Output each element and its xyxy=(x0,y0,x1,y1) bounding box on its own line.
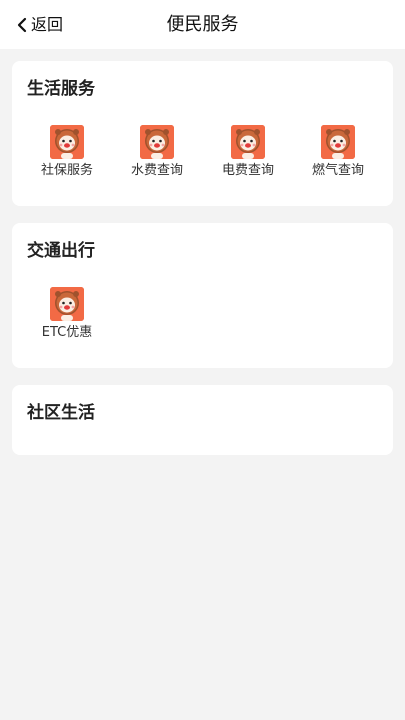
service-item-label: 水费查询 xyxy=(130,163,183,178)
service-item-electricity-bill[interactable]: 电费查询 xyxy=(203,125,293,185)
section-title: 交通出行 xyxy=(27,241,95,261)
section-card-community: 社区生活 xyxy=(12,385,393,455)
service-item-water-bill[interactable]: 水费查询 xyxy=(112,125,202,185)
lion-icon xyxy=(321,125,355,159)
service-grid: 社保服务 水费查询 电费查询 燃气查询 xyxy=(12,125,393,185)
service-item-label: 燃气查询 xyxy=(311,163,364,178)
section-card-transport: 交通出行 ETC优惠 xyxy=(12,223,393,368)
service-item-label: 电费查询 xyxy=(221,163,274,178)
top-nav-bar: 返回 便民服务 xyxy=(0,0,405,49)
section-title: 社区生活 xyxy=(27,403,95,423)
lion-icon xyxy=(50,125,84,159)
service-item-label: 社保服务 xyxy=(40,163,93,178)
lion-icon xyxy=(140,125,174,159)
lion-icon xyxy=(231,125,265,159)
service-item-etc-discount[interactable]: ETC优惠 xyxy=(22,287,112,347)
service-item-label: ETC优惠 xyxy=(41,325,93,340)
service-grid: ETC优惠 xyxy=(12,287,393,347)
lion-icon xyxy=(50,287,84,321)
service-item-social-security[interactable]: 社保服务 xyxy=(22,125,112,185)
section-title: 生活服务 xyxy=(27,79,95,99)
page-title: 便民服务 xyxy=(166,14,239,35)
section-card-life-services: 生活服务 社保服务 水费查询 电费查询 燃气查询 xyxy=(12,61,393,206)
service-item-gas-bill[interactable]: 燃气查询 xyxy=(293,125,383,185)
